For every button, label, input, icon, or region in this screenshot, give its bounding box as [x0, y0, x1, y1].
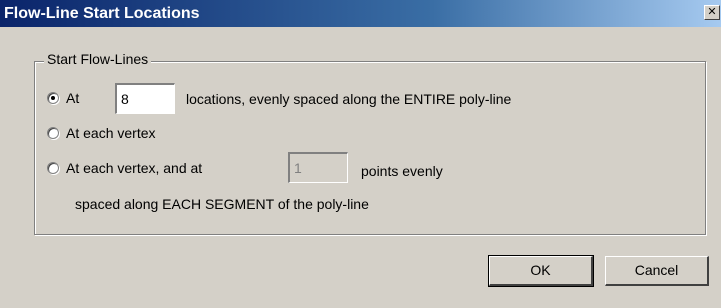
locations-suffix-label: locations, evenly spaced along the ENTIR…	[186, 91, 512, 107]
locations-count-input[interactable]	[115, 83, 175, 114]
radio-each-vertex-label: At each vertex	[66, 125, 156, 141]
close-icon[interactable]: ✕	[704, 5, 720, 20]
points-evenly-label: points evenly	[361, 163, 443, 179]
radio-each-vertex[interactable]	[47, 127, 59, 139]
segment-spacing-label: spaced along EACH SEGMENT of the poly-li…	[75, 196, 369, 212]
dialog-window: Flow-Line Start Locations ✕ Start Flow-L…	[0, 0, 721, 308]
segment-points-input[interactable]	[288, 152, 348, 183]
title-bar[interactable]: Flow-Line Start Locations ✕	[0, 0, 721, 27]
radio-at-label: At	[66, 90, 80, 106]
window-title: Flow-Line Start Locations	[4, 5, 200, 22]
radio-vertex-points-label: At each vertex, and at	[66, 160, 203, 176]
radio-each-vertex-and-points[interactable]	[47, 162, 59, 174]
group-label: Start Flow-Lines	[44, 51, 152, 67]
ok-button[interactable]: OK	[488, 255, 594, 287]
cancel-button[interactable]: Cancel	[605, 256, 709, 286]
radio-selected-dot	[51, 96, 55, 100]
radio-at-locations[interactable]	[47, 92, 59, 104]
